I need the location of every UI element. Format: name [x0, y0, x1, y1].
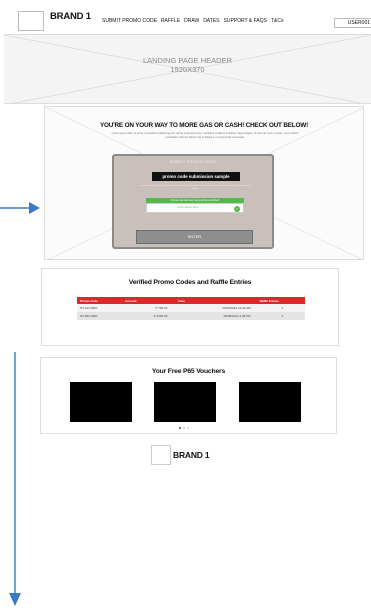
arrow-head-right-icon [29, 202, 40, 214]
arrow-head-down-icon [9, 593, 21, 606]
annotation-arrows [0, 202, 40, 606]
